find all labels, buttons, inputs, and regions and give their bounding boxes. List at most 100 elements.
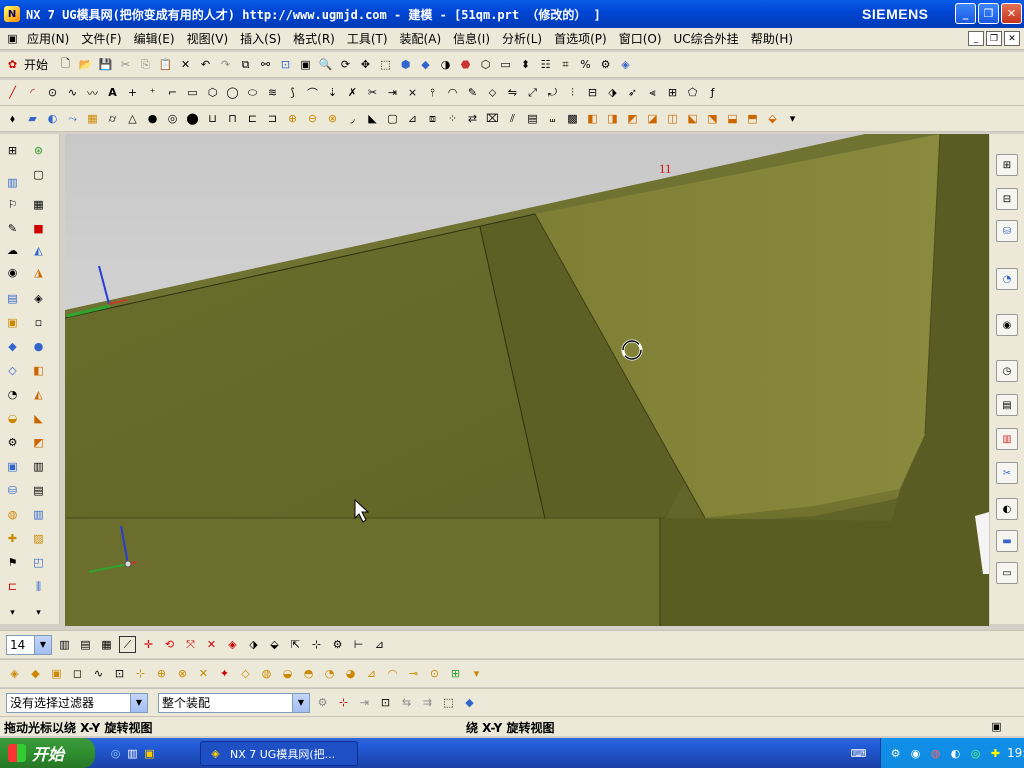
subtract-icon[interactable]: ⊖: [304, 110, 321, 127]
sphere-icon[interactable]: ●: [144, 110, 161, 127]
ellipse-icon[interactable]: ⬭: [244, 84, 261, 101]
snap-point-toggle-icon[interactable]: ⊹: [335, 694, 352, 711]
through-curves-icon[interactable]: ⫷: [644, 84, 661, 101]
unite-icon[interactable]: ⊕: [284, 110, 301, 127]
model-view[interactable]: 11: [65, 134, 989, 626]
new-icon[interactable]: 🗋: [57, 56, 74, 73]
resource-icon-17[interactable]: ◧: [30, 362, 47, 379]
move-to-layer-icon[interactable]: ▦: [98, 636, 115, 653]
resource-icon-35[interactable]: ⫼: [30, 578, 47, 595]
scale-curve-icon[interactable]: ⤢: [524, 84, 541, 101]
snap-bounded-icon[interactable]: ◔: [321, 665, 338, 682]
doc-restore-button[interactable]: ❐: [986, 31, 1002, 46]
system-materials-tab[interactable]: ▤: [996, 394, 1018, 416]
resource-icon-28[interactable]: ◍: [4, 506, 21, 523]
section-curve-icon[interactable]: ⊟: [584, 84, 601, 101]
clock[interactable]: 19:10: [1007, 746, 1024, 760]
show-icon[interactable]: ⬡: [477, 56, 494, 73]
mold-tools-icon[interactable]: ⬙: [764, 110, 781, 127]
tray-icon-4[interactable]: ◐: [947, 745, 964, 762]
divide-curve-icon[interactable]: ⫯: [424, 84, 441, 101]
tray-icon-6[interactable]: ✚: [987, 745, 1004, 762]
wcs-orient-icon[interactable]: ⤧: [182, 636, 199, 653]
doc-close-button[interactable]: ✕: [1004, 31, 1020, 46]
arrow-icon[interactable]: ⇥: [356, 694, 373, 711]
snap-on-curve-icon[interactable]: ◒: [279, 665, 296, 682]
sync-model-icon[interactable]: ◧: [584, 110, 601, 127]
select-body-icon[interactable]: ◆: [27, 665, 44, 682]
split-body-icon[interactable]: ⫽: [504, 110, 521, 127]
part-navigator-icon[interactable]: ⊞: [4, 142, 21, 159]
groove-icon[interactable]: ⊐: [264, 110, 281, 127]
scroll-down-icon-2[interactable]: ▾: [30, 604, 47, 621]
menu-uc-plugin[interactable]: UC综合外挂: [668, 30, 745, 47]
plugin-icon[interactable]: ◈: [617, 56, 634, 73]
doc-minimize-button[interactable]: _: [968, 31, 984, 46]
input-method-icon[interactable]: ⌨: [850, 745, 867, 762]
boss-icon[interactable]: ⬤: [184, 110, 201, 127]
sew-icon[interactable]: ⧢: [544, 110, 561, 127]
rectangle-icon[interactable]: ▭: [184, 84, 201, 101]
wcs-set-icon[interactable]: ✕: [203, 636, 220, 653]
snap-intersect-icon[interactable]: ✕: [195, 665, 212, 682]
history-tab[interactable]: ◷: [996, 360, 1018, 382]
layer-settings-icon[interactable]: ▥: [56, 636, 73, 653]
scroll-down-icon[interactable]: ▾: [4, 604, 21, 621]
resource-icon-10[interactable]: ▤: [4, 290, 21, 307]
resource-icon-11[interactable]: ◈: [30, 290, 47, 307]
datum-icon[interactable]: ⬦: [484, 84, 501, 101]
tray-icon-1[interactable]: ⚙: [887, 745, 904, 762]
select-curve-icon[interactable]: ∿: [90, 665, 107, 682]
menu-assembly[interactable]: 装配(A): [394, 30, 448, 47]
select-all-icon[interactable]: ⊡: [377, 694, 394, 711]
resource-icon-3[interactable]: ▦: [30, 196, 47, 213]
wcs-display-icon[interactable]: ◈: [224, 636, 241, 653]
snap-point-icon[interactable]: ⊙: [426, 665, 443, 682]
snap-center-icon[interactable]: ✦: [216, 665, 233, 682]
snap-poly-icon[interactable]: ⊿: [363, 665, 380, 682]
block-icon[interactable]: ▦: [84, 110, 101, 127]
thicken-icon[interactable]: ▤: [524, 110, 541, 127]
sketch-icon[interactable]: ✎: [464, 84, 481, 101]
snap-mid-icon[interactable]: ⊕: [153, 665, 170, 682]
helix-icon[interactable]: ≋: [264, 84, 281, 101]
copy-window-icon[interactable]: ⧉: [237, 56, 254, 73]
quicklaunch-app-icon[interactable]: ▥: [124, 745, 141, 762]
revolve-icon[interactable]: ◐: [44, 110, 61, 127]
cone-icon[interactable]: △: [124, 110, 141, 127]
chamfer-icon[interactable]: ◣: [364, 110, 381, 127]
more-tools-icon[interactable]: ▾: [784, 110, 801, 127]
rectangle-select-icon[interactable]: ⬚: [440, 694, 457, 711]
zoom-window-icon[interactable]: ▣: [297, 56, 314, 73]
select-edge-icon[interactable]: ◻: [69, 665, 86, 682]
select-feature-icon[interactable]: ◈: [6, 665, 23, 682]
draft-icon[interactable]: ⊿: [404, 110, 421, 127]
snap-pole-icon[interactable]: ◕: [342, 665, 359, 682]
resource-icon-19[interactable]: ◭: [30, 386, 47, 403]
snap-on-face-icon[interactable]: ◓: [300, 665, 317, 682]
snap-control-icon[interactable]: ⊗: [174, 665, 191, 682]
snap-icon[interactable]: ⚙: [329, 636, 346, 653]
copy-icon[interactable]: ⎘: [137, 56, 154, 73]
menu-edit[interactable]: 编辑(E): [128, 30, 181, 47]
intersect-curve-icon[interactable]: ✗: [344, 84, 361, 101]
spline-icon[interactable]: ∿: [64, 84, 81, 101]
resource-icon-26[interactable]: ⛁: [4, 482, 21, 499]
perspective-icon[interactable]: ⬚: [377, 56, 394, 73]
datum-plane-icon[interactable]: ⬧: [4, 110, 21, 127]
chevron-down-icon[interactable]: ▼: [292, 693, 309, 712]
n-sided-icon[interactable]: ⬠: [684, 84, 701, 101]
transform-icon[interactable]: ⬙: [266, 636, 283, 653]
save-icon[interactable]: 💾: [97, 56, 114, 73]
snap-grid-icon[interactable]: ⊞: [447, 665, 464, 682]
selection-priority-icon[interactable]: ⚙: [314, 694, 331, 711]
resource-icon-31[interactable]: ▨: [30, 530, 47, 547]
paste-icon[interactable]: 📋: [157, 56, 174, 73]
resource-icon-21[interactable]: ◣: [30, 410, 47, 427]
resource-icon-5[interactable]: ■: [30, 220, 47, 237]
arc-icon[interactable]: ◜: [24, 84, 41, 101]
redo-icon[interactable]: ↷: [217, 56, 234, 73]
resource-icon-30[interactable]: ✚: [4, 530, 21, 547]
assembly-scope-select[interactable]: 整个装配 ▼: [158, 692, 310, 713]
measure-angle-icon[interactable]: ⊿: [371, 636, 388, 653]
